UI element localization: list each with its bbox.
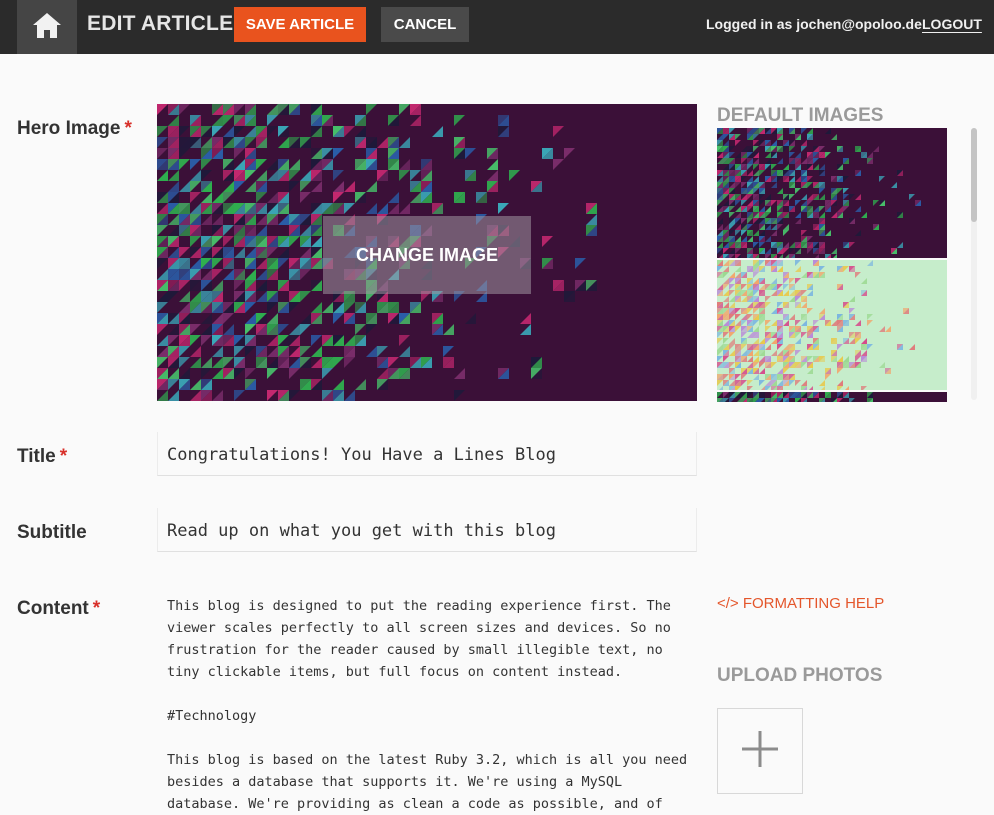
default-image-thumb[interactable] <box>717 260 947 390</box>
default-image-thumb[interactable] <box>717 392 947 402</box>
change-image-button[interactable]: CHANGE IMAGE <box>323 216 531 294</box>
top-bar: EDIT ARTICLE SAVE ARTICLE CANCEL Logged … <box>0 0 994 54</box>
upload-photos-heading: UPLOAD PHOTOS <box>717 665 883 686</box>
thumb-pattern <box>717 260 915 390</box>
title-input[interactable] <box>158 432 696 475</box>
subtitle-label: Subtitle <box>17 522 87 543</box>
page-title: EDIT ARTICLE <box>87 12 234 35</box>
cancel-button[interactable]: CANCEL <box>381 7 469 42</box>
scrollbar-thumb[interactable] <box>971 128 977 222</box>
home-icon <box>32 11 62 44</box>
required-marker: * <box>92 598 101 619</box>
title-label: Title * <box>17 446 68 467</box>
plus-icon <box>741 730 779 773</box>
required-marker: * <box>59 446 68 467</box>
required-marker: * <box>124 118 132 139</box>
hero-image-label: Hero Image * <box>17 118 132 139</box>
subtitle-input[interactable] <box>158 508 696 551</box>
login-status: Logged in as jochen@opoloo.de <box>706 16 922 32</box>
home-button[interactable] <box>17 0 77 54</box>
logout-link[interactable]: LOGOUT <box>922 16 982 32</box>
thumbnails-scrollbar[interactable] <box>971 128 977 400</box>
hero-image[interactable]: CHANGE IMAGE <box>157 104 697 401</box>
save-article-button[interactable]: SAVE ARTICLE <box>234 7 366 42</box>
content-label: Content * <box>17 598 101 619</box>
default-images-heading: DEFAULT IMAGES <box>717 105 884 126</box>
formatting-help-link[interactable]: </> FORMATTING HELP <box>717 595 884 612</box>
content-editor[interactable]: This blog is designed to put the reading… <box>167 595 697 815</box>
default-image-thumb[interactable] <box>717 128 947 258</box>
thumb-pattern <box>717 128 921 258</box>
title-field-wrapper <box>157 432 697 476</box>
upload-photo-button[interactable] <box>717 708 803 794</box>
thumb-pattern <box>717 392 873 402</box>
subtitle-field-wrapper <box>157 508 697 552</box>
default-images-list <box>717 128 947 402</box>
